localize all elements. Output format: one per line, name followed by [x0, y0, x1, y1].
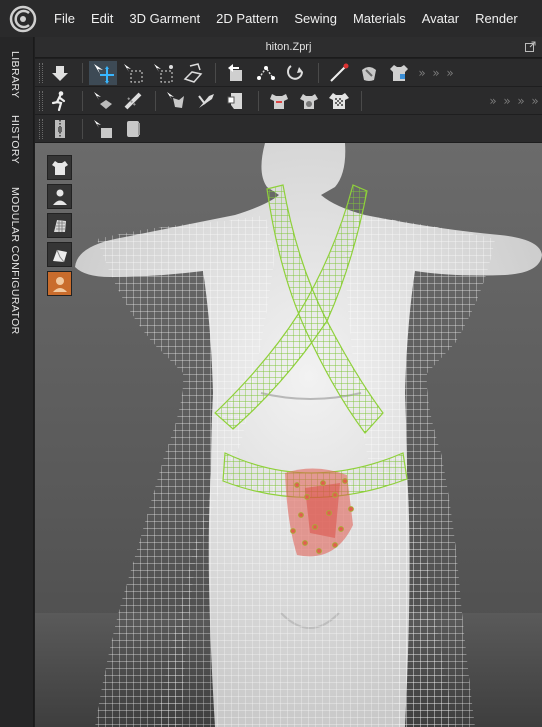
toolbar-row-2: » » » »	[35, 87, 542, 115]
quick-fit-icon[interactable]	[295, 89, 323, 113]
tab-library[interactable]: LIBRARY	[9, 51, 21, 99]
move-down-icon[interactable]	[46, 61, 74, 85]
toolbar-expand-icon[interactable]: »	[429, 66, 443, 80]
flatten-icon[interactable]	[222, 61, 250, 85]
left-panel-strip: LIBRARY HISTORY MODULAR CONFIGURATOR	[0, 37, 34, 727]
shirt-checker-icon[interactable]	[325, 89, 353, 113]
transform-pattern-icon[interactable]	[89, 60, 117, 85]
toolbar-separator	[155, 90, 156, 111]
measure-garment-icon[interactable]	[265, 89, 293, 113]
pattern-piece-icon[interactable]	[222, 89, 250, 113]
toolbar-separator	[82, 62, 83, 83]
garment-display-icon[interactable]	[47, 155, 72, 180]
toolbar-grip[interactable]	[39, 62, 43, 83]
popout-icon[interactable]	[525, 41, 536, 52]
window-title: hiton.Zprj	[265, 41, 312, 53]
toolbar-separator	[361, 90, 362, 111]
toolbar-expand-icon[interactable]: »	[514, 94, 528, 108]
3d-viewport[interactable]	[35, 143, 542, 727]
toolbar-grip[interactable]	[39, 118, 43, 139]
window-title-bar: hiton.Zprj	[35, 37, 542, 58]
simulate-walk-icon[interactable]	[46, 89, 74, 113]
select-mesh-lasso-icon[interactable]	[149, 61, 177, 85]
edit-sewing-icon[interactable]	[89, 89, 117, 113]
garment-fit-icon[interactable]	[385, 61, 413, 85]
tack-on-avatar-icon[interactable]	[282, 61, 310, 85]
fold-icon[interactable]	[192, 89, 220, 113]
menu-render[interactable]: Render	[467, 11, 526, 26]
toolbar-expand-icon[interactable]: »	[415, 66, 429, 80]
select-fabric-icon[interactable]	[89, 117, 117, 141]
toolbar-separator	[82, 118, 83, 139]
viewport-scene[interactable]	[35, 143, 542, 727]
menu-sewing[interactable]: Sewing	[286, 11, 345, 26]
toolbar-grip[interactable]	[39, 90, 43, 111]
toolbar-expand-icon[interactable]: »	[500, 94, 514, 108]
menu-avatar[interactable]: Avatar	[414, 11, 467, 26]
toolbar-expand-icon[interactable]: »	[486, 94, 500, 108]
app-logo-icon[interactable]	[0, 0, 46, 37]
avatar-display-icon[interactable]	[47, 184, 72, 209]
cylinder-icon[interactable]	[119, 117, 147, 141]
toolbar-row-3	[35, 115, 542, 143]
tab-modular-configurator[interactable]: MODULAR CONFIGURATOR	[9, 187, 21, 335]
fabric-render-icon[interactable]	[47, 213, 72, 238]
select-mesh-box-icon[interactable]	[119, 61, 147, 85]
menu-file[interactable]: File	[46, 11, 83, 26]
zipper-icon[interactable]	[46, 117, 74, 141]
fold-arrangement-icon[interactable]	[179, 61, 207, 85]
menu-edit[interactable]: Edit	[83, 11, 121, 26]
toolbar-expand-icon[interactable]: »	[443, 66, 457, 80]
tack-icon[interactable]	[252, 61, 280, 85]
menu-3d-garment[interactable]: 3D Garment	[121, 11, 208, 26]
toolbar-separator	[258, 90, 259, 111]
avatar-show-icon[interactable]	[47, 271, 72, 296]
tab-history[interactable]: HISTORY	[9, 115, 21, 164]
toolbar-expand-icon[interactable]: »	[528, 94, 542, 108]
menu-2d-pattern[interactable]: 2D Pattern	[208, 11, 286, 26]
toolbar-row-1: » » »	[35, 59, 542, 87]
menu-materials[interactable]: Materials	[345, 11, 414, 26]
toolbar-separator	[318, 62, 319, 83]
viewport-tools	[47, 155, 73, 300]
toolbar-separator	[82, 90, 83, 111]
steam-icon[interactable]	[355, 61, 383, 85]
reset-3d-icon[interactable]	[162, 89, 190, 113]
menu-bar: File Edit 3D Garment 2D Pattern Sewing Materi…	[0, 0, 542, 37]
toolbar-separator	[215, 62, 216, 83]
texture-surface-icon[interactable]	[47, 242, 72, 267]
edit-tack-icon[interactable]	[119, 89, 147, 113]
pin-icon[interactable]	[325, 61, 353, 85]
